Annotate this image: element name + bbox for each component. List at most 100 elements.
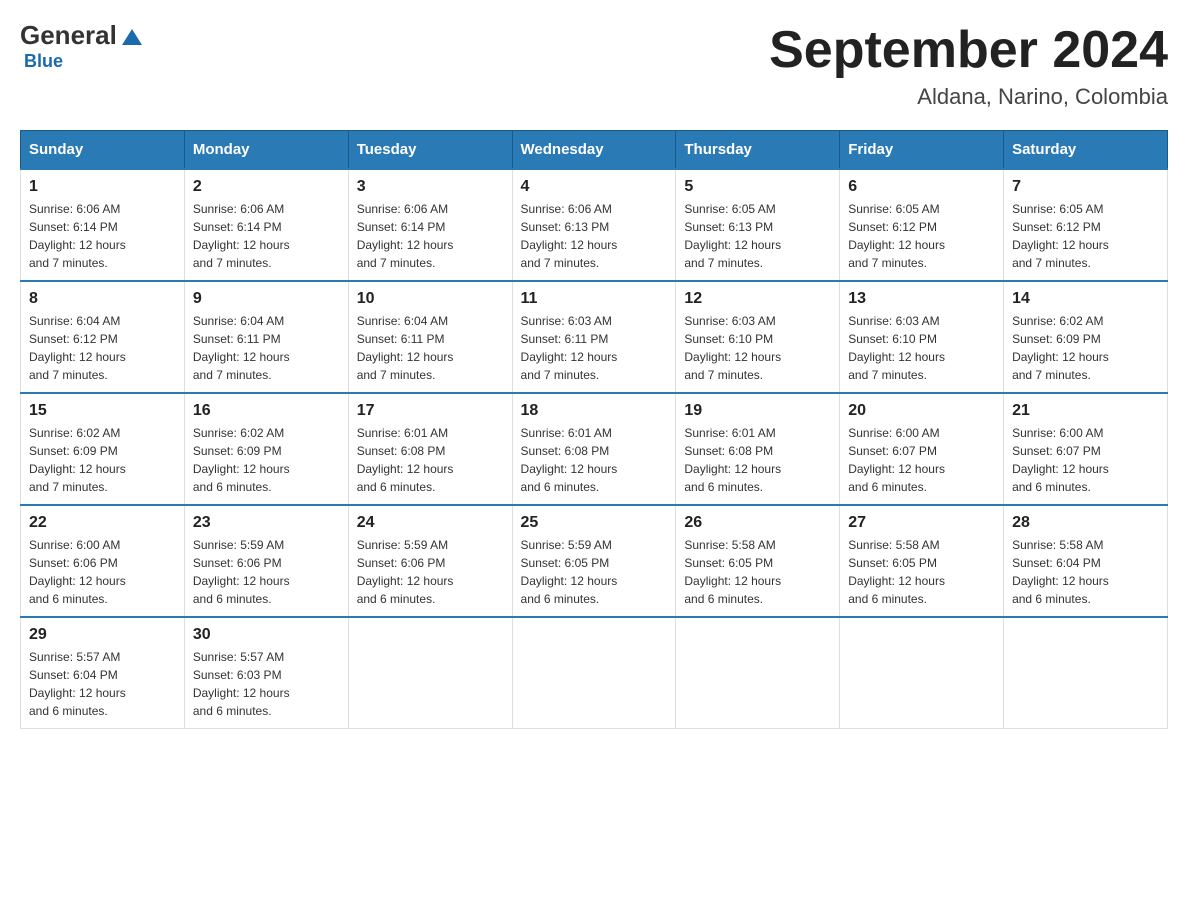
day-info: Sunrise: 6:02 AM Sunset: 6:09 PM Dayligh…	[193, 424, 340, 496]
table-row: 4 Sunrise: 6:06 AM Sunset: 6:13 PM Dayli…	[512, 169, 676, 281]
day-number: 20	[848, 402, 995, 420]
day-info: Sunrise: 6:05 AM Sunset: 6:12 PM Dayligh…	[1012, 200, 1159, 272]
day-number: 7	[1012, 178, 1159, 196]
day-number: 11	[521, 290, 668, 308]
day-info: Sunrise: 6:06 AM Sunset: 6:14 PM Dayligh…	[29, 200, 176, 272]
day-number: 26	[684, 514, 831, 532]
day-number: 5	[684, 178, 831, 196]
table-row	[512, 617, 676, 729]
day-info: Sunrise: 6:03 AM Sunset: 6:10 PM Dayligh…	[848, 312, 995, 384]
day-info: Sunrise: 5:58 AM Sunset: 6:04 PM Dayligh…	[1012, 536, 1159, 608]
calendar-week-row: 22 Sunrise: 6:00 AM Sunset: 6:06 PM Dayl…	[21, 505, 1168, 617]
table-row: 18 Sunrise: 6:01 AM Sunset: 6:08 PM Dayl…	[512, 393, 676, 505]
day-number: 9	[193, 290, 340, 308]
day-info: Sunrise: 6:04 AM Sunset: 6:11 PM Dayligh…	[357, 312, 504, 384]
logo-general-text: General	[20, 20, 117, 51]
table-row: 1 Sunrise: 6:06 AM Sunset: 6:14 PM Dayli…	[21, 169, 185, 281]
day-info: Sunrise: 6:01 AM Sunset: 6:08 PM Dayligh…	[357, 424, 504, 496]
col-tuesday: Tuesday	[348, 131, 512, 170]
day-number: 18	[521, 402, 668, 420]
table-row: 7 Sunrise: 6:05 AM Sunset: 6:12 PM Dayli…	[1004, 169, 1168, 281]
day-number: 10	[357, 290, 504, 308]
day-info: Sunrise: 6:01 AM Sunset: 6:08 PM Dayligh…	[684, 424, 831, 496]
calendar-week-row: 15 Sunrise: 6:02 AM Sunset: 6:09 PM Dayl…	[21, 393, 1168, 505]
calendar-header-row: Sunday Monday Tuesday Wednesday Thursday…	[21, 131, 1168, 170]
day-number: 21	[1012, 402, 1159, 420]
table-row: 28 Sunrise: 5:58 AM Sunset: 6:04 PM Dayl…	[1004, 505, 1168, 617]
table-row: 3 Sunrise: 6:06 AM Sunset: 6:14 PM Dayli…	[348, 169, 512, 281]
day-number: 17	[357, 402, 504, 420]
day-number: 28	[1012, 514, 1159, 532]
table-row: 22 Sunrise: 6:00 AM Sunset: 6:06 PM Dayl…	[21, 505, 185, 617]
table-row: 26 Sunrise: 5:58 AM Sunset: 6:05 PM Dayl…	[676, 505, 840, 617]
day-number: 24	[357, 514, 504, 532]
logo: General Blue	[20, 20, 142, 72]
day-number: 22	[29, 514, 176, 532]
table-row	[840, 617, 1004, 729]
day-info: Sunrise: 5:57 AM Sunset: 6:03 PM Dayligh…	[193, 648, 340, 720]
calendar-table: Sunday Monday Tuesday Wednesday Thursday…	[20, 130, 1168, 729]
table-row: 21 Sunrise: 6:00 AM Sunset: 6:07 PM Dayl…	[1004, 393, 1168, 505]
logo-blue-label: Blue	[24, 51, 63, 72]
col-thursday: Thursday	[676, 131, 840, 170]
day-number: 12	[684, 290, 831, 308]
day-info: Sunrise: 6:00 AM Sunset: 6:06 PM Dayligh…	[29, 536, 176, 608]
day-info: Sunrise: 5:59 AM Sunset: 6:06 PM Dayligh…	[357, 536, 504, 608]
day-number: 4	[521, 178, 668, 196]
table-row: 10 Sunrise: 6:04 AM Sunset: 6:11 PM Dayl…	[348, 281, 512, 393]
table-row: 6 Sunrise: 6:05 AM Sunset: 6:12 PM Dayli…	[840, 169, 1004, 281]
day-info: Sunrise: 6:02 AM Sunset: 6:09 PM Dayligh…	[29, 424, 176, 496]
day-info: Sunrise: 5:59 AM Sunset: 6:06 PM Dayligh…	[193, 536, 340, 608]
day-number: 14	[1012, 290, 1159, 308]
day-number: 23	[193, 514, 340, 532]
day-number: 1	[29, 178, 176, 196]
day-info: Sunrise: 6:02 AM Sunset: 6:09 PM Dayligh…	[1012, 312, 1159, 384]
col-friday: Friday	[840, 131, 1004, 170]
day-number: 19	[684, 402, 831, 420]
day-info: Sunrise: 5:59 AM Sunset: 6:05 PM Dayligh…	[521, 536, 668, 608]
day-info: Sunrise: 6:04 AM Sunset: 6:11 PM Dayligh…	[193, 312, 340, 384]
table-row	[1004, 617, 1168, 729]
calendar-week-row: 8 Sunrise: 6:04 AM Sunset: 6:12 PM Dayli…	[21, 281, 1168, 393]
day-info: Sunrise: 6:06 AM Sunset: 6:13 PM Dayligh…	[521, 200, 668, 272]
col-saturday: Saturday	[1004, 131, 1168, 170]
col-wednesday: Wednesday	[512, 131, 676, 170]
day-number: 27	[848, 514, 995, 532]
table-row: 2 Sunrise: 6:06 AM Sunset: 6:14 PM Dayli…	[184, 169, 348, 281]
table-row: 11 Sunrise: 6:03 AM Sunset: 6:11 PM Dayl…	[512, 281, 676, 393]
day-number: 30	[193, 626, 340, 644]
day-info: Sunrise: 6:05 AM Sunset: 6:13 PM Dayligh…	[684, 200, 831, 272]
table-row: 29 Sunrise: 5:57 AM Sunset: 6:04 PM Dayl…	[21, 617, 185, 729]
calendar-week-row: 1 Sunrise: 6:06 AM Sunset: 6:14 PM Dayli…	[21, 169, 1168, 281]
table-row: 19 Sunrise: 6:01 AM Sunset: 6:08 PM Dayl…	[676, 393, 840, 505]
table-row: 16 Sunrise: 6:02 AM Sunset: 6:09 PM Dayl…	[184, 393, 348, 505]
day-number: 13	[848, 290, 995, 308]
table-row	[676, 617, 840, 729]
table-row: 5 Sunrise: 6:05 AM Sunset: 6:13 PM Dayli…	[676, 169, 840, 281]
table-row: 12 Sunrise: 6:03 AM Sunset: 6:10 PM Dayl…	[676, 281, 840, 393]
day-info: Sunrise: 6:01 AM Sunset: 6:08 PM Dayligh…	[521, 424, 668, 496]
table-row: 25 Sunrise: 5:59 AM Sunset: 6:05 PM Dayl…	[512, 505, 676, 617]
table-row	[348, 617, 512, 729]
table-row: 30 Sunrise: 5:57 AM Sunset: 6:03 PM Dayl…	[184, 617, 348, 729]
day-number: 16	[193, 402, 340, 420]
col-monday: Monday	[184, 131, 348, 170]
table-row: 17 Sunrise: 6:01 AM Sunset: 6:08 PM Dayl…	[348, 393, 512, 505]
day-info: Sunrise: 6:03 AM Sunset: 6:10 PM Dayligh…	[684, 312, 831, 384]
day-info: Sunrise: 5:58 AM Sunset: 6:05 PM Dayligh…	[848, 536, 995, 608]
day-number: 29	[29, 626, 176, 644]
location-subtitle: Aldana, Narino, Colombia	[769, 84, 1168, 110]
col-sunday: Sunday	[21, 131, 185, 170]
day-number: 15	[29, 402, 176, 420]
page-header: General Blue September 2024 Aldana, Nari…	[20, 20, 1168, 110]
day-info: Sunrise: 6:00 AM Sunset: 6:07 PM Dayligh…	[1012, 424, 1159, 496]
day-number: 8	[29, 290, 176, 308]
day-info: Sunrise: 6:00 AM Sunset: 6:07 PM Dayligh…	[848, 424, 995, 496]
day-info: Sunrise: 6:04 AM Sunset: 6:12 PM Dayligh…	[29, 312, 176, 384]
day-info: Sunrise: 5:58 AM Sunset: 6:05 PM Dayligh…	[684, 536, 831, 608]
day-number: 6	[848, 178, 995, 196]
title-section: September 2024 Aldana, Narino, Colombia	[769, 20, 1168, 110]
month-title: September 2024	[769, 20, 1168, 80]
table-row: 15 Sunrise: 6:02 AM Sunset: 6:09 PM Dayl…	[21, 393, 185, 505]
table-row: 14 Sunrise: 6:02 AM Sunset: 6:09 PM Dayl…	[1004, 281, 1168, 393]
